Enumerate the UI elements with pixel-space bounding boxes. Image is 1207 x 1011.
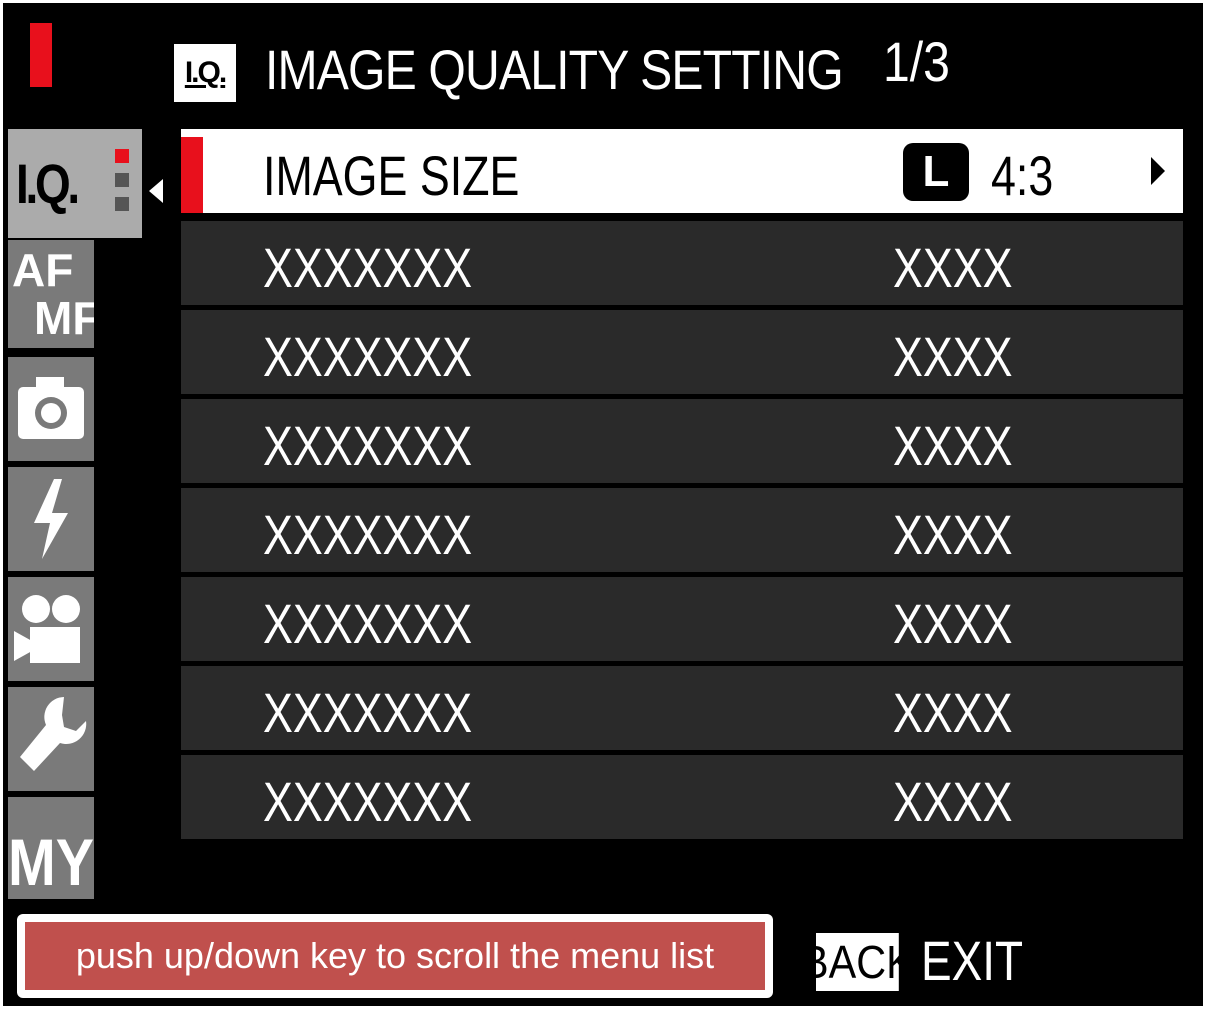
image-quality-icon: I.Q. — [16, 152, 80, 215]
menu-item[interactable]: XXXXXXX XXXX — [181, 577, 1183, 661]
camera-menu-screen: I.Q. IMAGE QUALITY SETTING 1/3 I.Q. AF M… — [3, 3, 1203, 1006]
svg-text:AF: AF — [12, 244, 73, 296]
menu-item[interactable]: XXXXXXX XXXX — [181, 310, 1183, 394]
tab-my-menu[interactable]: MY — [8, 797, 94, 899]
menu-item-value: XXXX — [893, 503, 1013, 566]
menu-item-label: XXXXXXX — [263, 592, 473, 655]
tab-page-dots — [115, 149, 129, 221]
selection-marker — [181, 137, 203, 213]
chevron-right-icon — [1151, 157, 1165, 185]
menu-item[interactable]: XXXXXXX XXXX — [181, 666, 1183, 750]
wrench-icon — [20, 697, 87, 771]
page-title: IMAGE QUALITY SETTING — [265, 38, 844, 101]
caret-left-icon — [149, 179, 163, 203]
header-iq-badge: I.Q. — [174, 44, 236, 102]
exit-label: EXIT — [921, 929, 1024, 992]
menu-item[interactable]: XXXXXXX XXXX — [181, 399, 1183, 483]
menu-item[interactable]: XXXXXXX XXXX — [181, 221, 1183, 305]
menu-item-value: XXXX — [893, 592, 1013, 655]
tab-movie[interactable] — [8, 577, 94, 681]
movie-camera-icon — [14, 595, 80, 663]
menu-item-label: XXXXXXX — [263, 770, 473, 833]
tab-af-mf[interactable]: AF MF — [8, 240, 94, 348]
tab-setup[interactable] — [8, 687, 94, 791]
menu-item-image-size[interactable]: IMAGE SIZE L 4:3 — [181, 129, 1183, 213]
menu-item-value: XXXX — [893, 770, 1013, 833]
menu-item-value: XXXX — [893, 414, 1013, 477]
menu-item-label: XXXXXXX — [263, 414, 473, 477]
menu-item[interactable]: XXXXXXX XXXX — [181, 488, 1183, 572]
svg-text:MY: MY — [8, 825, 94, 899]
sidebar: I.Q. AF MF MY — [3, 129, 169, 899]
svg-text:MF: MF — [34, 292, 94, 344]
menu-item-value: XXXX — [893, 681, 1013, 744]
back-button[interactable]: BACK — [801, 933, 914, 991]
menu-item-label: XXXXXXX — [263, 325, 473, 388]
flash-icon — [34, 479, 68, 559]
menu-item[interactable]: XXXXXXX XXXX — [181, 755, 1183, 839]
camera-icon — [18, 377, 84, 439]
page-indicator: 1/3 — [883, 30, 950, 93]
scroll-hint-callout: push up/down key to scroll the menu list — [17, 914, 773, 998]
menu-item-value: 4:3 — [991, 144, 1054, 207]
my-menu-icon: MY — [8, 825, 94, 899]
af-mf-icon: AF MF — [12, 244, 94, 344]
tab-shooting[interactable] — [8, 357, 94, 461]
menu-item-value: XXXX — [893, 236, 1013, 299]
menu-item-label: IMAGE SIZE — [263, 144, 520, 207]
tab-flash[interactable] — [8, 467, 94, 571]
menu-item-value: XXXX — [893, 325, 1013, 388]
image-size-large-icon: L — [903, 143, 969, 201]
menu-item-label: XXXXXXX — [263, 681, 473, 744]
header-red-marker — [30, 23, 52, 87]
menu-item-label: XXXXXXX — [263, 236, 473, 299]
tab-image-quality[interactable]: I.Q. — [8, 129, 142, 238]
scroll-hint-text: push up/down key to scroll the menu list — [25, 922, 765, 990]
menu-item-label: XXXXXXX — [263, 503, 473, 566]
